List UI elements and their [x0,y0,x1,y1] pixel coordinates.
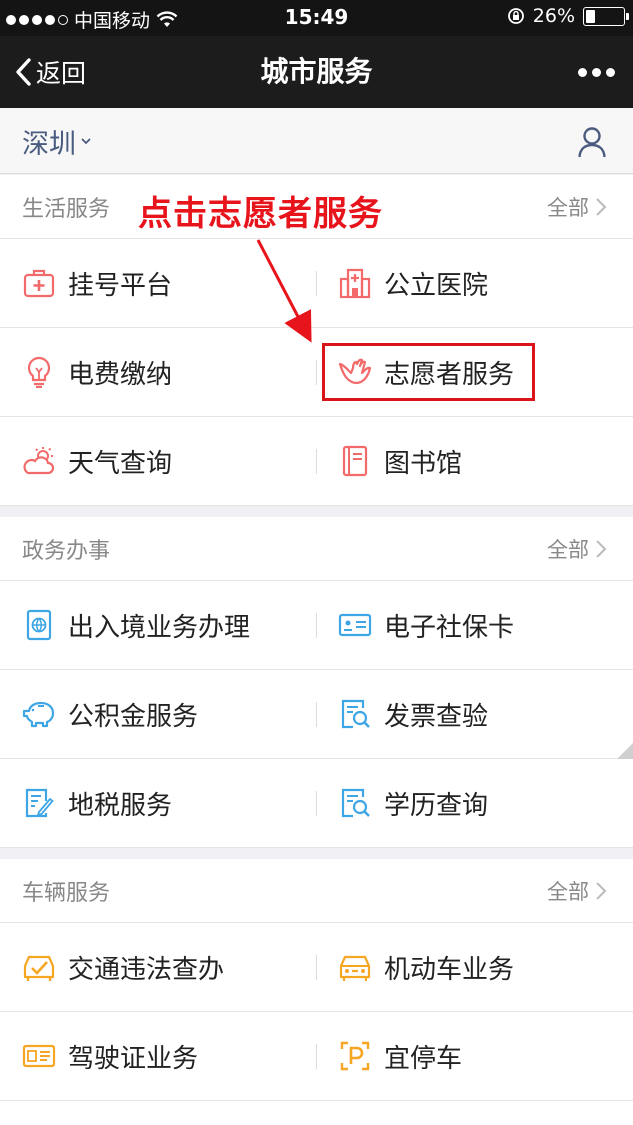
more-options-icon[interactable] [578,36,615,108]
chevron-right-icon [596,881,607,900]
service-label: 公立医院 [384,270,489,301]
service-item[interactable]: 驾驶证业务 [0,1012,316,1100]
service-label: 图书馆 [384,448,463,479]
traffic-violation-icon [22,950,56,984]
tax-form-icon [22,786,56,820]
service-label: 宜停车 [384,1043,463,1074]
weather-icon [22,444,56,478]
service-row: 天气查询 图书馆 [0,417,633,506]
see-all-label: 全部 [547,879,589,904]
scroll-corner-indicator [617,743,633,759]
service-item[interactable]: 图书馆 [316,417,632,505]
license-icon [22,1039,56,1073]
chevron-down-icon [81,138,91,145]
document-search-icon [338,786,372,820]
service-item[interactable]: 天气查询 [0,417,316,505]
service-label: 学历查询 [384,790,489,821]
car-icon [338,950,372,984]
parking-icon [338,1039,372,1073]
service-row: 出入境业务办理 电子社保卡 [0,581,633,670]
lightbulb-icon [22,355,56,389]
service-row: 交通违法查办 机动车业务 [0,923,633,1012]
page-title: 城市服务 [260,55,373,88]
section-title: 车辆服务 [22,880,111,906]
service-item[interactable]: 电费缴纳 [0,328,316,416]
nav-bar: 返回 城市服务 [0,36,633,108]
passport-icon [22,608,56,642]
status-bar: 中国移动 15:49 26% [0,0,633,36]
battery-icon [583,6,629,26]
section-government-services: 政务办事 全部 出入境业务办理 电子社保卡 公积金服务 发票查验 地税服务 学历… [0,517,633,848]
book-icon [338,444,372,478]
service-label: 机动车业务 [384,954,515,985]
service-item[interactable]: 电子社保卡 [316,581,632,669]
section-header: 车辆服务 全部 [0,859,633,923]
back-label: 返回 [36,59,87,88]
section-header: 政务办事 全部 [0,517,633,581]
hospital-icon [338,266,372,300]
see-all-link[interactable]: 全部 [547,876,607,906]
see-all-label: 全部 [547,195,589,220]
service-item[interactable]: 出入境业务办理 [0,581,316,669]
id-card-icon [338,608,372,642]
annotation-highlight-box [322,343,535,401]
chevron-right-icon [596,197,607,216]
back-button[interactable]: 返回 [14,36,86,108]
section-title: 政务办事 [22,538,111,564]
service-item[interactable]: 发票查验 [316,670,632,758]
service-label: 发票查验 [384,701,489,732]
service-label: 电子社保卡 [384,612,515,643]
service-row: 电费缴纳 志愿者服务 [0,328,633,417]
service-label: 挂号平台 [68,270,173,301]
service-label: 天气查询 [68,448,173,479]
service-item[interactable]: 学历查询 [316,759,632,847]
section-vehicle-services: 车辆服务 全部 交通违法查办 机动车业务 驾驶证业务 宜停车 [0,859,633,1125]
service-row: 驾驶证业务 宜停车 [0,1012,633,1101]
see-all-label: 全部 [547,537,589,562]
service-item[interactable]: 地税服务 [0,759,316,847]
service-item[interactable]: 宜停车 [316,1012,632,1100]
service-row: 地税服务 学历查询 [0,759,633,848]
medical-kit-icon [22,266,56,300]
service-row: 公积金服务 发票查验 [0,670,633,759]
rotation-lock-icon [507,8,524,24]
service-item[interactable]: 公立医院 [316,239,632,327]
service-item[interactable]: 挂号平台 [0,239,316,327]
service-label: 交通违法查办 [68,954,225,985]
invoice-search-icon [338,697,372,731]
service-row: 挂号平台 公立医院 [0,239,633,328]
see-all-link[interactable]: 全部 [547,534,607,564]
service-label: 驾驶证业务 [68,1043,199,1074]
chevron-left-icon [16,58,31,86]
city-bar: 深圳 [0,108,633,174]
service-item[interactable]: 机动车业务 [316,923,632,1011]
chevron-right-icon [596,539,607,558]
service-label: 公积金服务 [68,701,199,732]
battery-percent: 26% [532,5,575,27]
service-item[interactable]: 交通违法查办 [0,923,316,1011]
city-selector[interactable]: 深圳 [22,108,92,174]
see-all-link[interactable]: 全部 [547,192,607,222]
piggy-bank-icon [22,697,56,731]
service-item[interactable]: 公积金服务 [0,670,316,758]
section-title: 生活服务 [22,196,111,222]
service-label: 出入境业务办理 [68,612,251,643]
city-name: 深圳 [22,128,76,160]
service-label: 地税服务 [68,790,173,821]
service-label: 电费缴纳 [68,359,173,390]
annotation-text: 点击志愿者服务 [138,194,383,234]
user-icon[interactable] [577,126,607,158]
